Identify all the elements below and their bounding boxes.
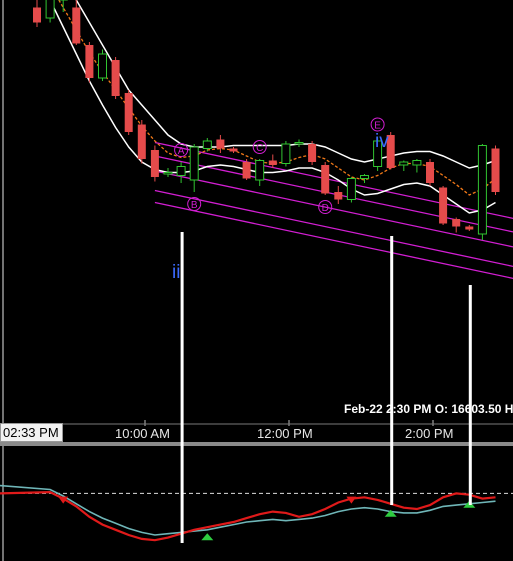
candle-body bbox=[229, 148, 238, 152]
oscillator-panel bbox=[0, 446, 513, 561]
candle-body bbox=[72, 7, 81, 44]
price-chart: ABCDEiiiiv 10:00 AM 12:00 PM 2:00 PM Feb… bbox=[0, 0, 513, 561]
panel-separator bbox=[0, 442, 513, 446]
candle-body bbox=[439, 187, 448, 224]
point-label: C bbox=[256, 143, 263, 154]
candle-body bbox=[216, 139, 225, 149]
candle-body bbox=[465, 226, 474, 230]
cursor-time-box: 02:33 PM bbox=[0, 423, 63, 442]
candle-body bbox=[452, 219, 461, 227]
candle-body bbox=[426, 162, 434, 183]
candle-body bbox=[477, 145, 487, 235]
time-tick-label: 2:00 PM bbox=[405, 426, 453, 441]
candle-body bbox=[124, 93, 133, 132]
candle-body bbox=[281, 143, 291, 164]
candle-body bbox=[360, 175, 369, 179]
candle-body bbox=[308, 144, 317, 162]
candle-body bbox=[202, 140, 212, 149]
wave-label-iv: iv bbox=[375, 131, 389, 152]
buy-arrow-marker bbox=[201, 533, 214, 541]
point-label: B bbox=[191, 200, 198, 211]
candle-body bbox=[45, 0, 55, 19]
bar-info-header: Feb-22 2:30 PM O: 16603.50 H bbox=[344, 402, 513, 416]
candle-body bbox=[334, 192, 343, 200]
candle-body bbox=[176, 166, 186, 176]
candle-body bbox=[255, 160, 265, 181]
candle-body bbox=[294, 142, 304, 145]
time-axis: 10:00 AM 12:00 PM 2:00 PM Feb-22 2:30 PM… bbox=[0, 402, 513, 446]
candle-body bbox=[111, 60, 120, 96]
candle-body bbox=[242, 162, 251, 179]
candle-body bbox=[98, 53, 107, 79]
candle-body bbox=[491, 148, 500, 192]
candle-body bbox=[33, 7, 41, 23]
point-label: D bbox=[322, 203, 329, 214]
candle-body bbox=[412, 160, 422, 166]
point-label: A bbox=[178, 146, 185, 157]
time-tick-label: 12:00 PM bbox=[257, 426, 313, 441]
candle-body bbox=[346, 178, 356, 200]
point-label: E bbox=[374, 121, 381, 132]
candle-body bbox=[137, 124, 146, 159]
channel-line bbox=[154, 170, 513, 248]
price-panel: ABCDEiiiiv bbox=[2, 0, 513, 426]
candle-body bbox=[268, 160, 277, 165]
candle-body bbox=[163, 172, 173, 175]
candle-body bbox=[85, 45, 94, 78]
candle-body bbox=[150, 150, 159, 177]
candle-body bbox=[399, 161, 409, 166]
candle-body bbox=[321, 165, 330, 194]
channel-line bbox=[154, 201, 513, 279]
time-tick-label: 10:00 AM bbox=[115, 426, 170, 441]
candle-body bbox=[189, 146, 199, 181]
channel-line bbox=[154, 189, 513, 267]
upper-average-line bbox=[75, 0, 496, 169]
oscillator-main-line bbox=[0, 490, 496, 542]
